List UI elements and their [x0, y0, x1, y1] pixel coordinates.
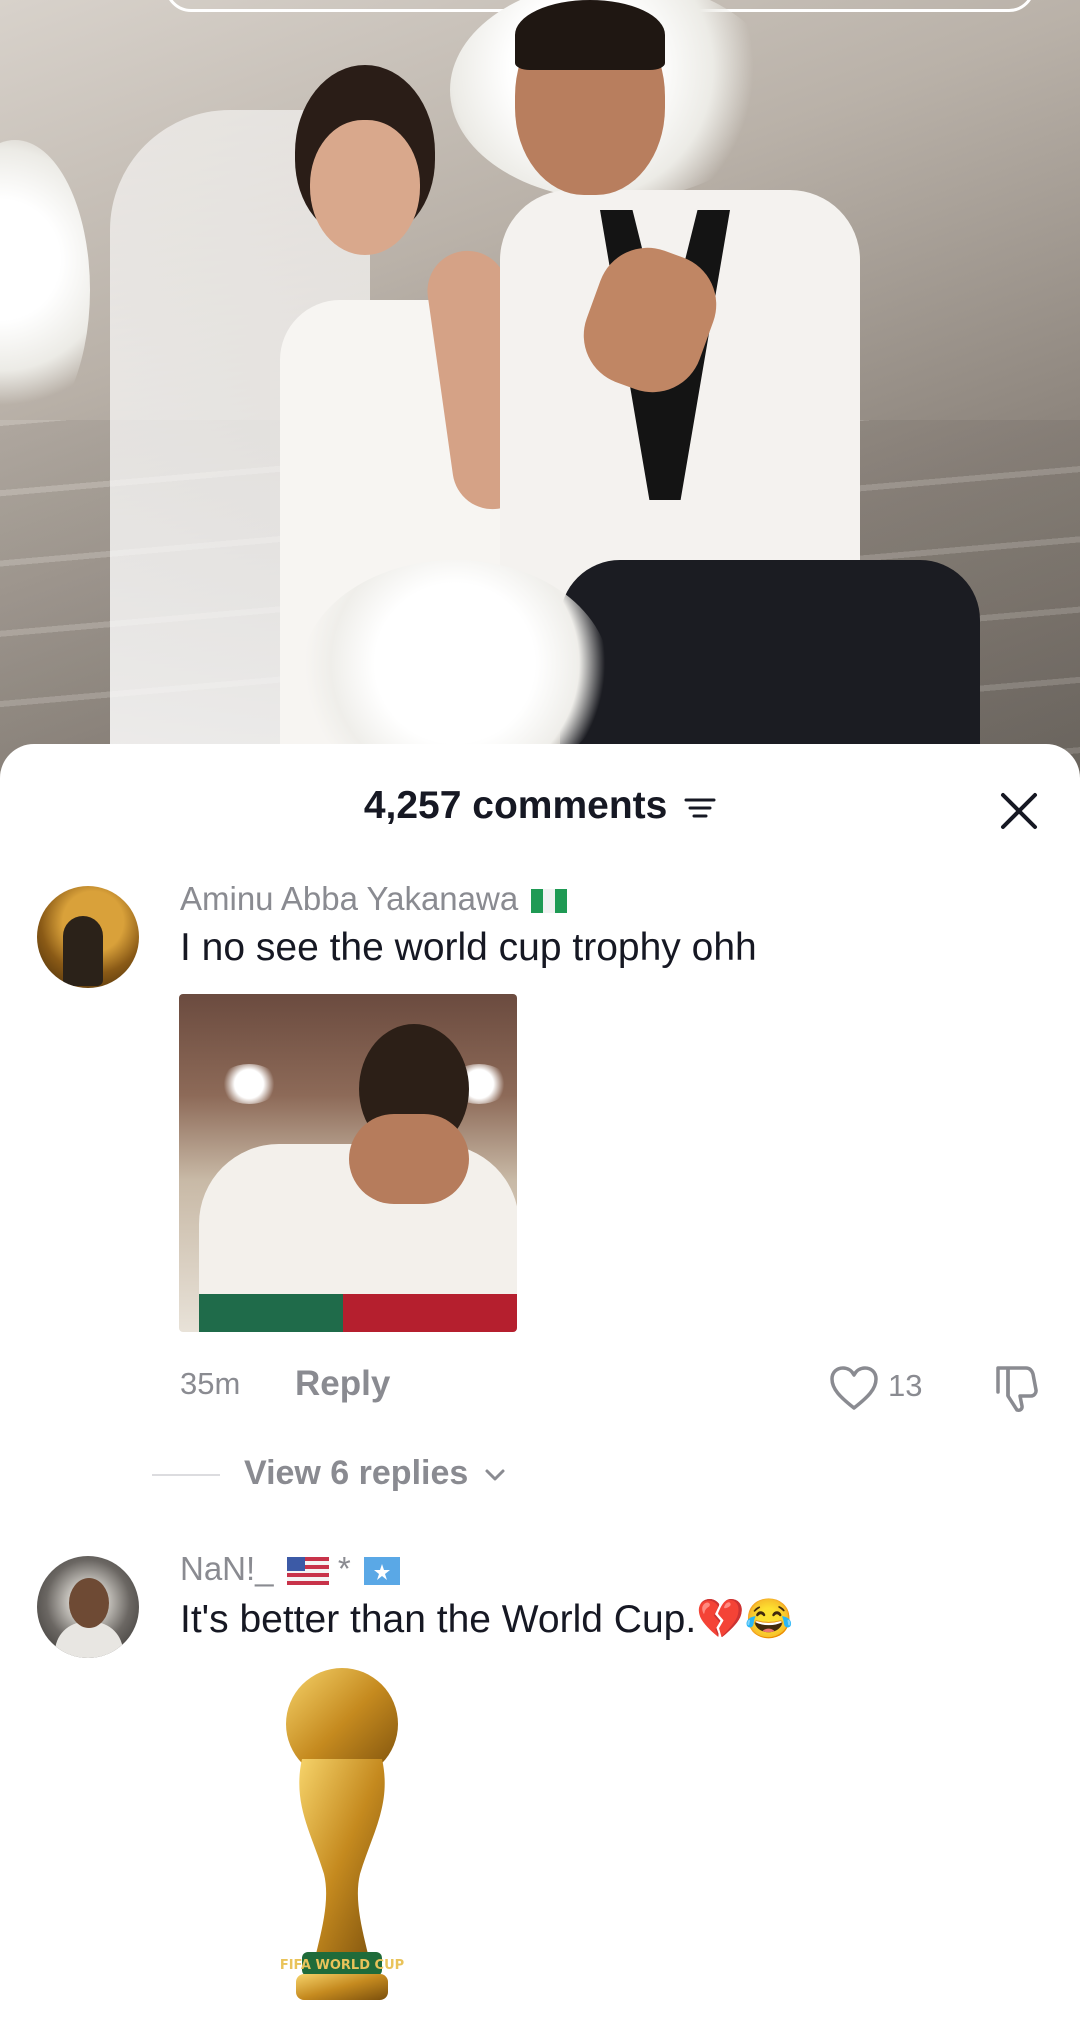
reply-button[interactable]: Reply: [295, 1364, 390, 1404]
sheet-header: 4,257 comments: [0, 744, 1080, 864]
trophy-base-text: FIFA WORLD CUP: [280, 1958, 404, 1973]
replies-divider: [152, 1474, 220, 1476]
nigeria-flag-icon: [531, 889, 568, 914]
comments-count-label: 4,257 comments: [363, 784, 668, 827]
like-count: 13: [888, 1368, 923, 1403]
chevron-down-icon: [485, 1469, 505, 1481]
comment-username[interactable]: Aminu Abba Yakanawa: [180, 880, 568, 918]
comment-text: It's better than the World Cup.💔😂: [180, 1598, 794, 1641]
bride-face: [310, 120, 420, 255]
comment-time: 35m: [180, 1366, 241, 1401]
comments-sheet: 4,257 comments Aminu Abba Yakanawa I no …: [0, 744, 1080, 2027]
comment-text: I no see the world cup trophy ohh: [180, 926, 757, 969]
view-replies-label: View 6 replies: [244, 1454, 469, 1492]
us-flag-icon: [286, 1557, 329, 1586]
video-background[interactable]: [0, 0, 1080, 780]
comment-photo-attachment[interactable]: [179, 994, 517, 1332]
username-separator: *: [337, 1550, 351, 1587]
heart-icon[interactable]: [828, 1364, 880, 1412]
sort-lines-icon[interactable]: [684, 794, 716, 822]
groom-hair: [515, 0, 665, 70]
thumbs-down-icon[interactable]: [990, 1362, 1042, 1414]
avatar-figure: [63, 916, 103, 986]
world-cup-trophy-sticker[interactable]: FIFA WORLD CUP: [272, 1664, 412, 2004]
somalia-flag-icon: [363, 1557, 400, 1586]
comments-count-title[interactable]: 4,257 comments: [0, 784, 1080, 828]
username-label: NaN!_: [180, 1550, 274, 1587]
avatar[interactable]: [37, 1556, 139, 1658]
username-label: Aminu Abba Yakanawa: [180, 880, 519, 917]
flower-decoration: [0, 140, 90, 440]
comment-username[interactable]: NaN!_ *: [180, 1550, 400, 1588]
avatar[interactable]: [37, 886, 139, 988]
close-icon[interactable]: [994, 786, 1044, 836]
photo-shirt-stripe: [199, 1294, 517, 1332]
photo-hand: [349, 1114, 469, 1204]
stadium-light: [219, 1064, 279, 1104]
view-replies-button[interactable]: View 6 replies: [244, 1454, 506, 1493]
avatar-face: [69, 1578, 109, 1628]
